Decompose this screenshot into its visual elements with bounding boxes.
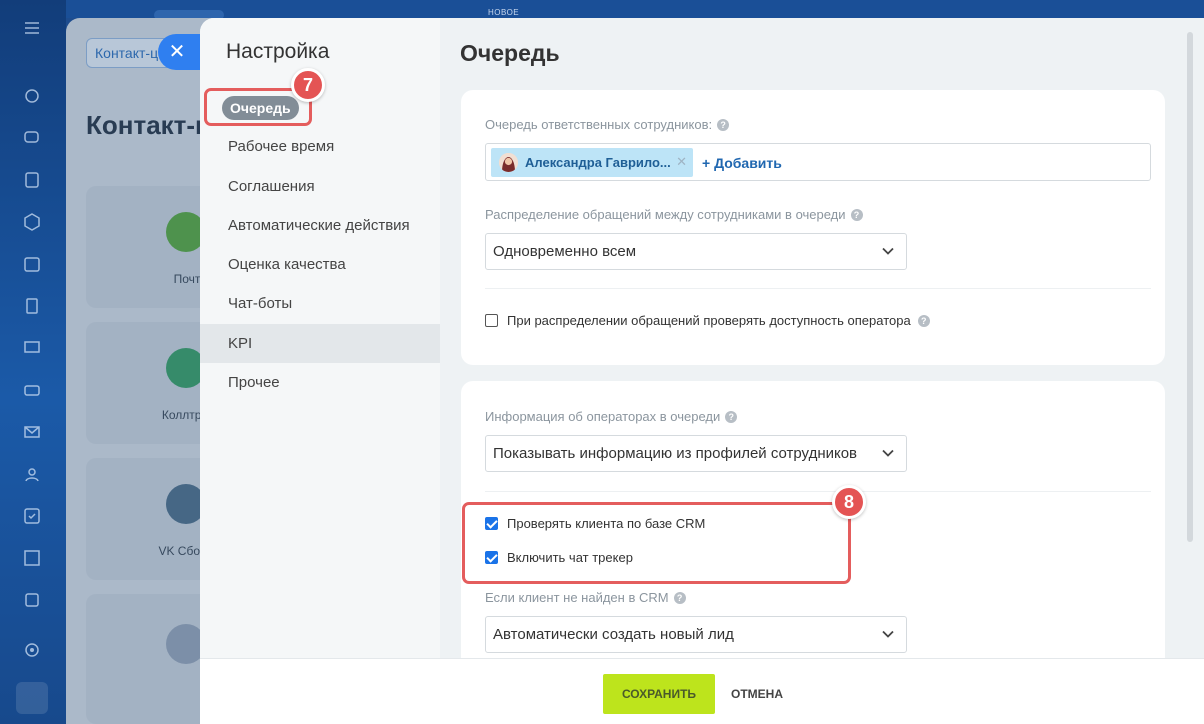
checkbox-label: При распределении обращений проверять до… bbox=[507, 313, 911, 328]
menu-item-automatic-actions[interactable]: Автоматические действия bbox=[200, 206, 440, 245]
field-label: Информация об операторах в очереди? bbox=[485, 409, 738, 424]
callout-badge: 8 bbox=[832, 485, 866, 519]
distribution-select[interactable]: Одновременно всем bbox=[485, 233, 907, 270]
check-availability-checkbox[interactable]: При распределении обращений проверять до… bbox=[485, 313, 930, 328]
select-value: Автоматически создать новый лид bbox=[493, 626, 734, 643]
operator-info-select[interactable]: Показывать информацию из профилей сотруд… bbox=[485, 435, 907, 472]
card-icon[interactable] bbox=[22, 380, 42, 400]
document-icon[interactable] bbox=[22, 296, 42, 316]
user-name: Александра Гаврило... bbox=[525, 155, 671, 170]
menu-item-working-hours[interactable]: Рабочее время bbox=[200, 127, 440, 166]
close-slider-button[interactable]: ✕ bbox=[158, 34, 200, 70]
menu-item-other[interactable]: Прочее bbox=[200, 363, 440, 402]
responsible-users-field[interactable]: Александра Гаврило... ✕ + Добавить bbox=[485, 143, 1151, 181]
help-icon[interactable]: ? bbox=[850, 209, 863, 221]
save-button[interactable]: СОХРАНИТЬ bbox=[603, 674, 715, 714]
app-sidebar bbox=[0, 0, 66, 724]
callout-badge: 7 bbox=[291, 68, 325, 102]
field-label: Если клиент не найден в CRM? bbox=[485, 590, 686, 605]
menu-item-agreements[interactable]: Соглашения bbox=[200, 167, 440, 206]
remove-icon[interactable]: ✕ bbox=[676, 154, 687, 170]
storage-icon[interactable] bbox=[22, 590, 42, 610]
cancel-button[interactable]: ОТМЕНА bbox=[731, 674, 783, 714]
user-avatar bbox=[499, 153, 518, 172]
settings-icon[interactable] bbox=[22, 640, 42, 660]
field-label-text: Распределение обращений между сотрудника… bbox=[485, 207, 846, 222]
field-label: Очередь ответственных сотрудников:? bbox=[485, 117, 730, 132]
page-title: Очередь bbox=[460, 40, 560, 66]
checkbox[interactable] bbox=[485, 314, 498, 327]
grid-icon[interactable] bbox=[22, 548, 42, 568]
divider bbox=[485, 491, 1151, 492]
footer-bar: СОХРАНИТЬ ОТМЕНА bbox=[200, 658, 1204, 724]
not-found-action-select[interactable]: Автоматически создать новый лид bbox=[485, 616, 907, 653]
user-avatar[interactable] bbox=[16, 682, 48, 714]
menu-item-quality-rating[interactable]: Оценка качества bbox=[200, 245, 440, 284]
add-user-button[interactable]: + Добавить bbox=[702, 155, 782, 171]
help-icon[interactable]: ? bbox=[917, 315, 930, 327]
chat-icon[interactable] bbox=[22, 86, 42, 106]
close-icon: ✕ bbox=[168, 41, 186, 63]
settings-panel: Настройка Очередь Рабочее время Соглашен… bbox=[200, 18, 1204, 724]
user-chip[interactable]: Александра Гаврило... ✕ bbox=[491, 148, 693, 177]
scrollbar[interactable] bbox=[1187, 32, 1193, 542]
menu-icon[interactable] bbox=[22, 18, 42, 38]
settings-title: Настройка bbox=[226, 40, 330, 63]
field-label-text: Очередь ответственных сотрудников: bbox=[485, 117, 713, 132]
queue-settings-card: Очередь ответственных сотрудников:? Алек… bbox=[461, 90, 1165, 365]
select-value: Показывать информацию из профилей сотруд… bbox=[493, 445, 858, 462]
help-icon[interactable]: ? bbox=[673, 592, 686, 604]
help-icon[interactable]: ? bbox=[725, 411, 738, 423]
chevron-down-icon bbox=[882, 630, 894, 638]
menu-item-kpi[interactable]: KPI bbox=[200, 323, 440, 364]
field-label-text: Информация об операторах в очереди bbox=[485, 409, 721, 424]
new-badge: НОВОЕ bbox=[488, 8, 520, 17]
top-banner: НОВОЕ bbox=[66, 0, 1204, 20]
calendar-icon[interactable] bbox=[22, 254, 42, 274]
mail-icon[interactable] bbox=[22, 422, 42, 442]
help-icon[interactable]: ? bbox=[717, 119, 730, 131]
highlight-frame bbox=[462, 502, 851, 584]
chevron-down-icon bbox=[882, 449, 894, 457]
tasks-icon[interactable] bbox=[22, 506, 42, 526]
chevron-down-icon bbox=[882, 247, 894, 255]
hexagon-icon[interactable] bbox=[22, 212, 42, 232]
feed-icon[interactable] bbox=[22, 170, 42, 190]
board-icon[interactable] bbox=[22, 338, 42, 358]
messages-icon[interactable] bbox=[22, 128, 42, 148]
field-label: Распределение обращений между сотрудника… bbox=[485, 207, 863, 222]
users-icon[interactable] bbox=[22, 464, 42, 484]
settings-nav: Настройка Очередь Рабочее время Соглашен… bbox=[200, 18, 440, 658]
select-value: Одновременно всем bbox=[493, 243, 637, 260]
field-label-text: Если клиент не найден в CRM bbox=[485, 590, 669, 605]
divider bbox=[485, 288, 1151, 289]
menu-item-chatbots[interactable]: Чат-боты bbox=[200, 284, 440, 323]
settings-menu: Очередь Рабочее время Соглашения Автомат… bbox=[200, 88, 440, 402]
